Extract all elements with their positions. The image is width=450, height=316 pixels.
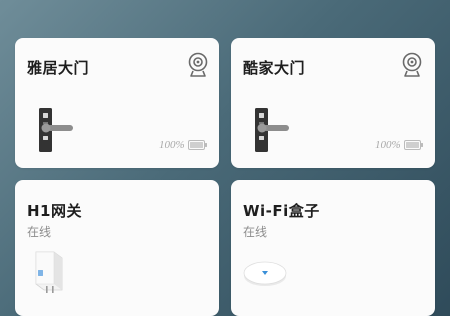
door-lock-icon — [255, 108, 289, 152]
device-card-h1-gateway[interactable]: H1网关 在线 — [15, 180, 219, 316]
device-title: H1网关 — [27, 202, 82, 220]
device-title: Wi-Fi盒子 — [243, 202, 320, 220]
camera-icon[interactable] — [401, 52, 423, 78]
device-card-kujia-door[interactable]: 酷家大门 100% — [231, 38, 435, 168]
battery-icon — [403, 140, 423, 150]
device-status: 在线 — [243, 225, 268, 239]
device-status: 在线 — [27, 225, 52, 239]
camera-icon[interactable] — [187, 52, 209, 78]
battery-icon — [187, 140, 207, 150]
device-title: 雅居大门 — [27, 59, 90, 77]
wifi-box-icon — [243, 261, 287, 286]
battery-indicator: 100% — [375, 139, 424, 151]
device-title: 酷家大门 — [243, 59, 306, 77]
battery-percent: 100% — [159, 139, 185, 151]
gateway-icon — [35, 251, 63, 293]
door-lock-icon — [39, 108, 73, 152]
device-card-yaju-door[interactable]: 雅居大门 100% — [15, 38, 219, 168]
battery-indicator: 100% — [159, 139, 208, 151]
battery-percent: 100% — [375, 139, 401, 151]
device-card-wifi-box[interactable]: Wi-Fi盒子 在线 — [231, 180, 435, 316]
